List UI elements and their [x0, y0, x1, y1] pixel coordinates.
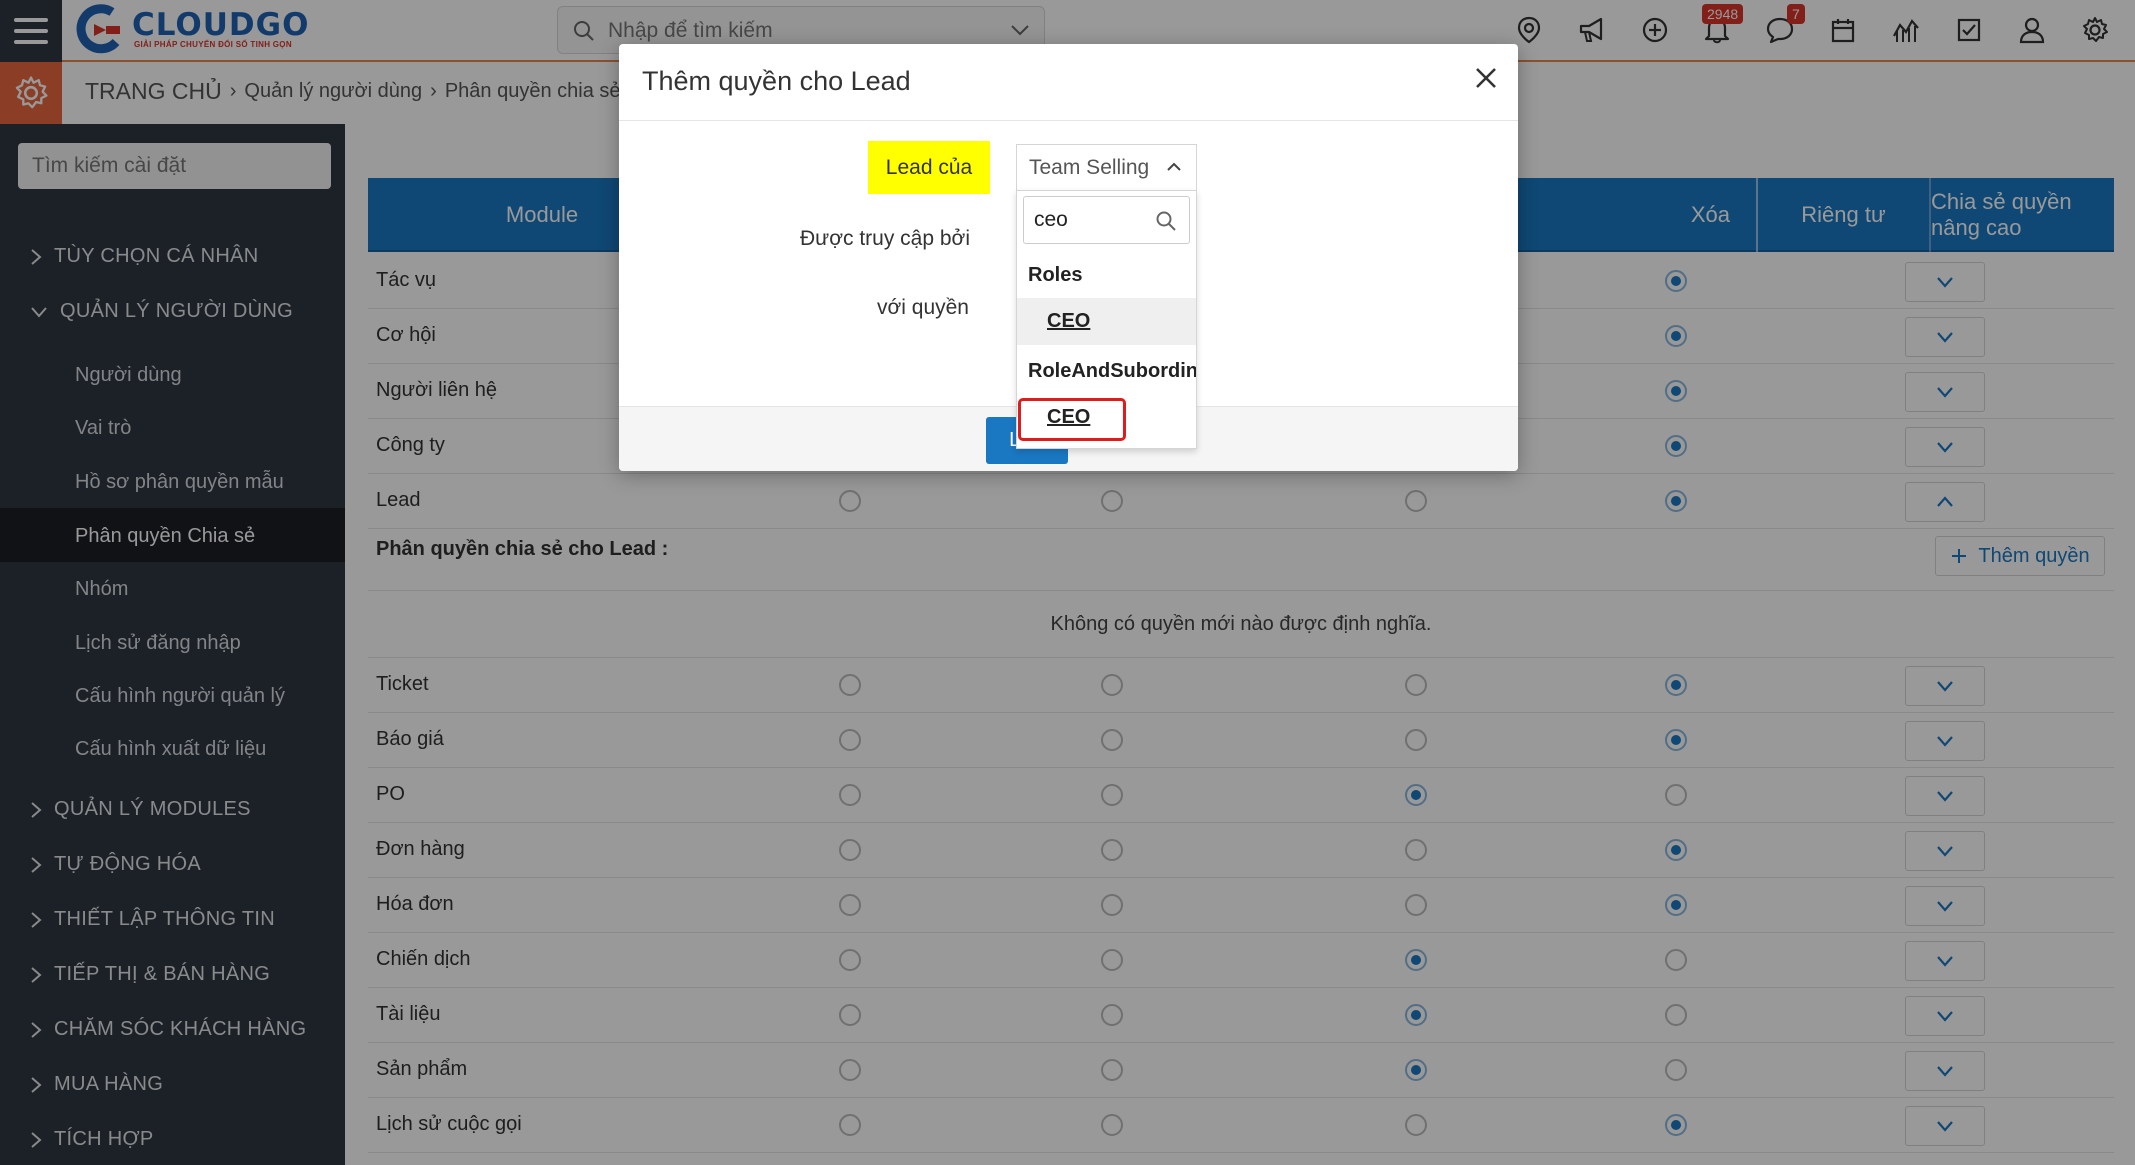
dropdown-option-roles-ceo[interactable]: CEO: [1017, 298, 1196, 345]
dropdown-group-label: RoleAndSubordinates: [1028, 360, 1197, 382]
modal-title: Thêm quyền cho Lead: [642, 66, 911, 96]
lead-of-select[interactable]: Team Selling: [1016, 144, 1197, 190]
with-permission-label: với quyền: [877, 296, 969, 319]
modal-divider: [619, 120, 1518, 121]
accessed-by-label: Được truy cập bởi: [800, 227, 970, 250]
dropdown-search-input[interactable]: [1034, 207, 1144, 233]
option-label: CEO: [1047, 310, 1091, 332]
highlight-box: [1018, 398, 1126, 441]
search-icon: [1156, 211, 1176, 231]
dropdown-search[interactable]: [1023, 196, 1190, 244]
select-value: Team Selling: [1029, 155, 1150, 179]
lead-of-label: Lead của: [868, 141, 990, 194]
close-icon[interactable]: [1471, 63, 1501, 93]
dropdown-group-label: Roles: [1028, 264, 1083, 286]
chevron-up-icon: [1167, 162, 1181, 171]
